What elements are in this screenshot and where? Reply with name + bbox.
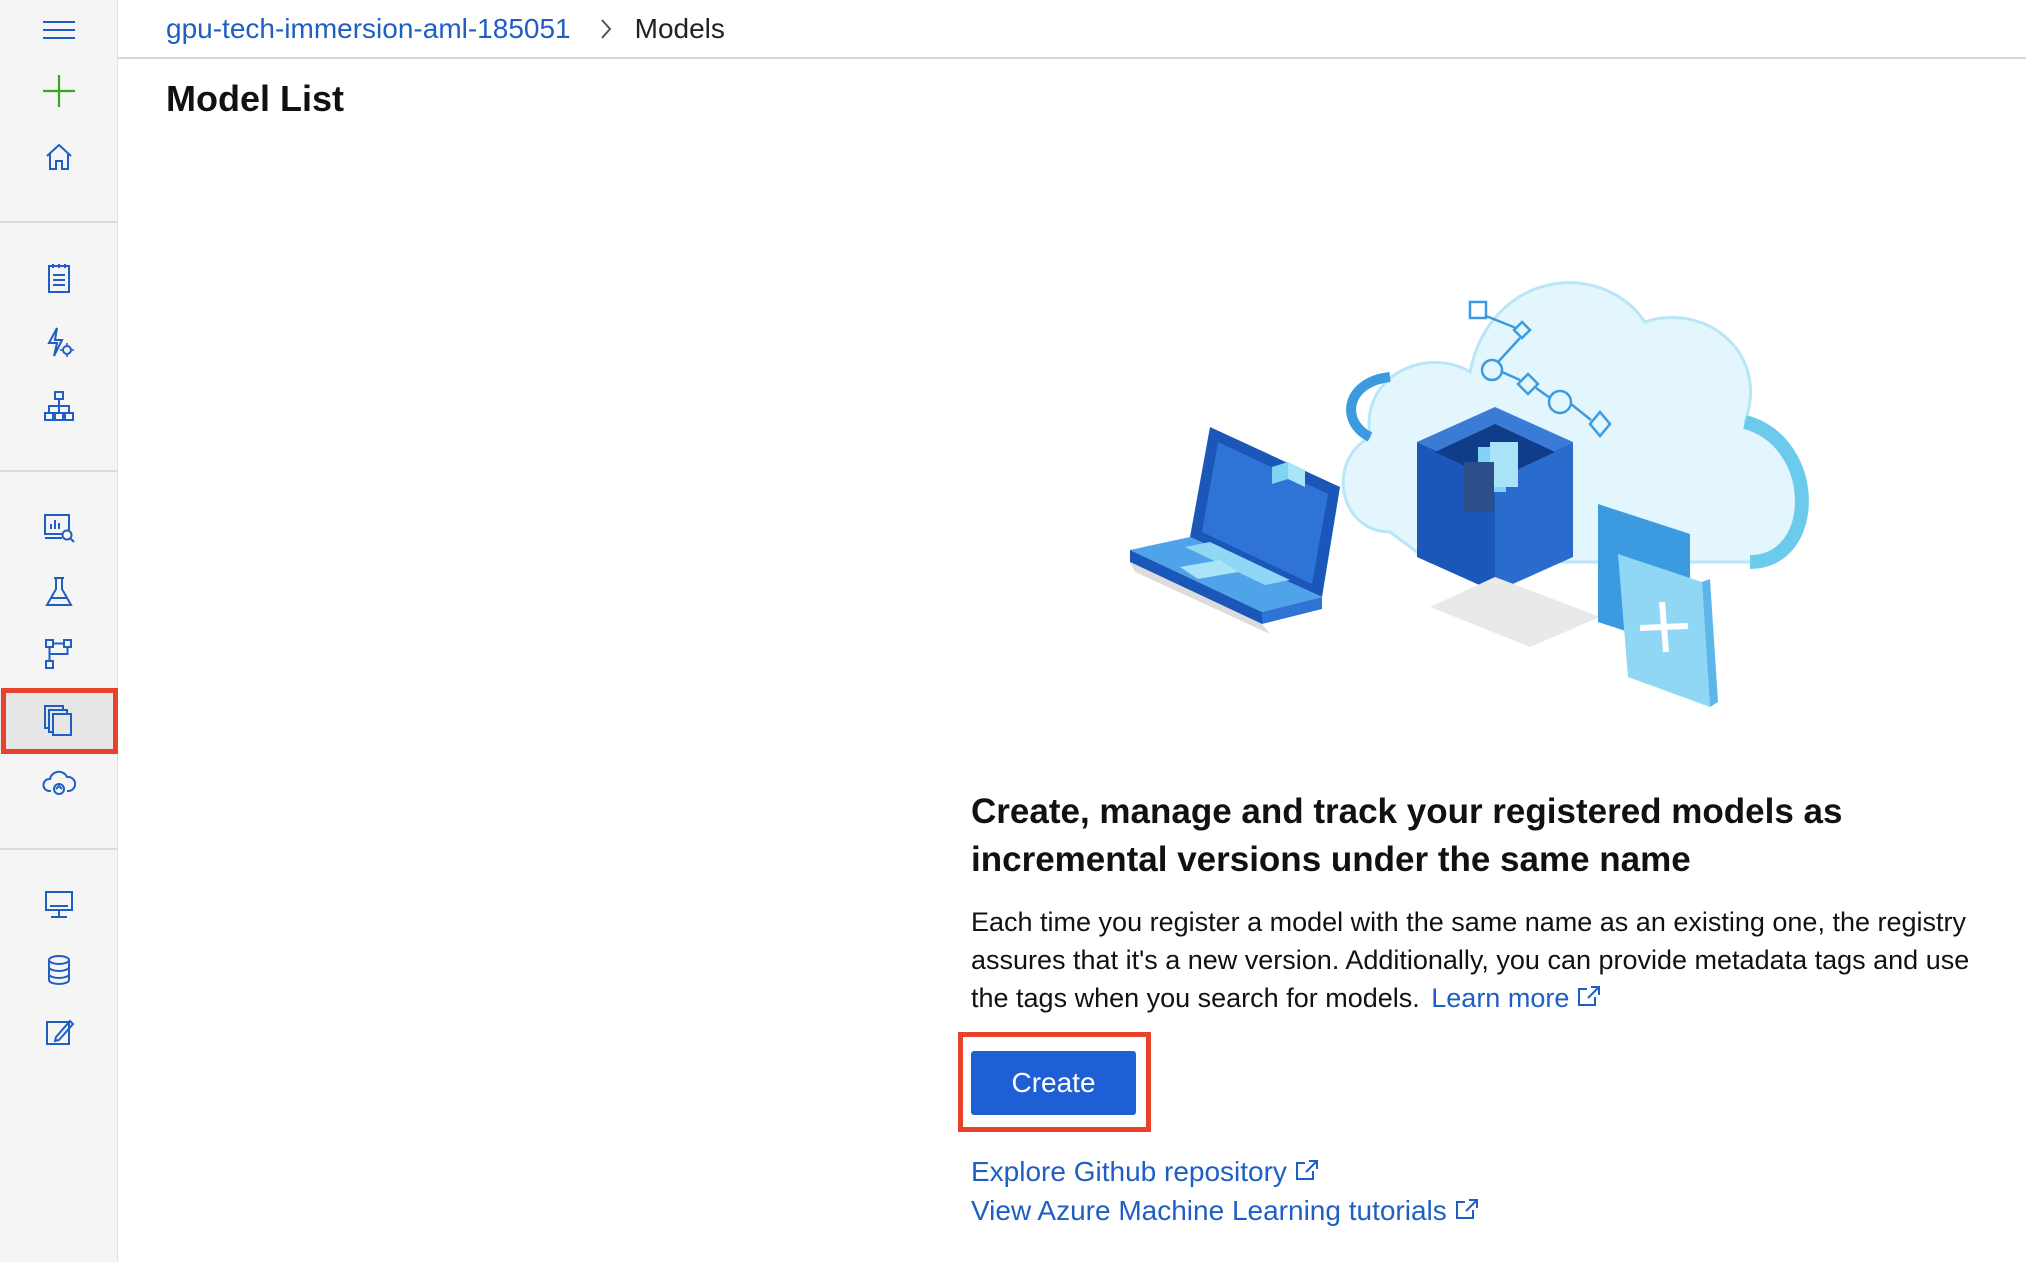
data-labeling-button[interactable]: [0, 1003, 117, 1063]
experiments-button[interactable]: [0, 562, 117, 622]
designer-icon: [43, 391, 74, 421]
external-link-icon: [1295, 1152, 1319, 1191]
home-icon: [45, 143, 72, 170]
experiments-icon: [44, 577, 73, 606]
create-new-button[interactable]: [0, 61, 117, 121]
hamburger-menu-icon: [42, 21, 75, 39]
plus-icon: [42, 75, 75, 107]
azure-ml-tutorials-link[interactable]: View Azure Machine Learning tutorials: [971, 1195, 1479, 1226]
resource-link-item: View Azure Machine Learning tutorials: [971, 1191, 1479, 1230]
designer-button[interactable]: [0, 376, 117, 436]
external-link-icon: [1455, 1191, 1479, 1230]
models-empty-state-illustration: [1130, 281, 1809, 707]
automated-ml-icon: [46, 327, 74, 357]
endpoints-icon: [42, 770, 76, 795]
compute-button[interactable]: [0, 875, 117, 935]
notebook-icon: [47, 264, 70, 293]
datastores-icon: [47, 955, 70, 985]
create-model-button[interactable]: Create: [971, 1051, 1136, 1115]
resource-links: Explore Github repository View Azure Mac…: [971, 1152, 1479, 1230]
notebooks-button[interactable]: [0, 248, 117, 308]
external-link-icon: [1577, 979, 1601, 1017]
home-button[interactable]: [0, 127, 117, 187]
models-nav-highlight: [1, 688, 118, 754]
empty-state-description: Each time you register a model with the …: [971, 903, 1971, 1017]
rail-divider: [0, 470, 117, 472]
chevron-right-icon: [599, 17, 613, 41]
resource-link-item: Explore Github repository: [971, 1152, 1479, 1191]
datasets-button[interactable]: [0, 497, 117, 557]
pipelines-button[interactable]: [0, 624, 117, 684]
datastores-button[interactable]: [0, 940, 117, 1000]
hamburger-menu-button[interactable]: [0, 0, 117, 60]
breadcrumb-current: Models: [634, 12, 725, 44]
learn-more-label: Learn more: [1431, 983, 1570, 1013]
automated-ml-button[interactable]: [0, 312, 117, 372]
data-labeling-icon: [45, 1019, 74, 1045]
azure-ml-tutorials-label: View Azure Machine Learning tutorials: [971, 1195, 1447, 1226]
learn-more-link[interactable]: Learn more: [1431, 983, 1601, 1013]
left-nav-rail: [0, 0, 118, 1262]
breadcrumb: gpu-tech-immersion-aml-185051 Models: [118, 0, 2026, 59]
endpoints-button[interactable]: [0, 753, 117, 813]
compute-icon: [44, 891, 73, 918]
breadcrumb-workspace-link[interactable]: gpu-tech-immersion-aml-185051: [166, 13, 571, 45]
page-title: Model List: [166, 78, 344, 119]
rail-divider: [0, 848, 117, 850]
pipelines-icon: [44, 639, 72, 669]
empty-state-headline: Create, manage and track your registered…: [971, 792, 1843, 879]
create-button-area: Create: [958, 1032, 1151, 1132]
explore-github-label: Explore Github repository: [971, 1156, 1287, 1187]
rail-divider: [0, 221, 117, 223]
datasets-icon: [43, 514, 75, 543]
explore-github-link[interactable]: Explore Github repository: [971, 1156, 1319, 1187]
